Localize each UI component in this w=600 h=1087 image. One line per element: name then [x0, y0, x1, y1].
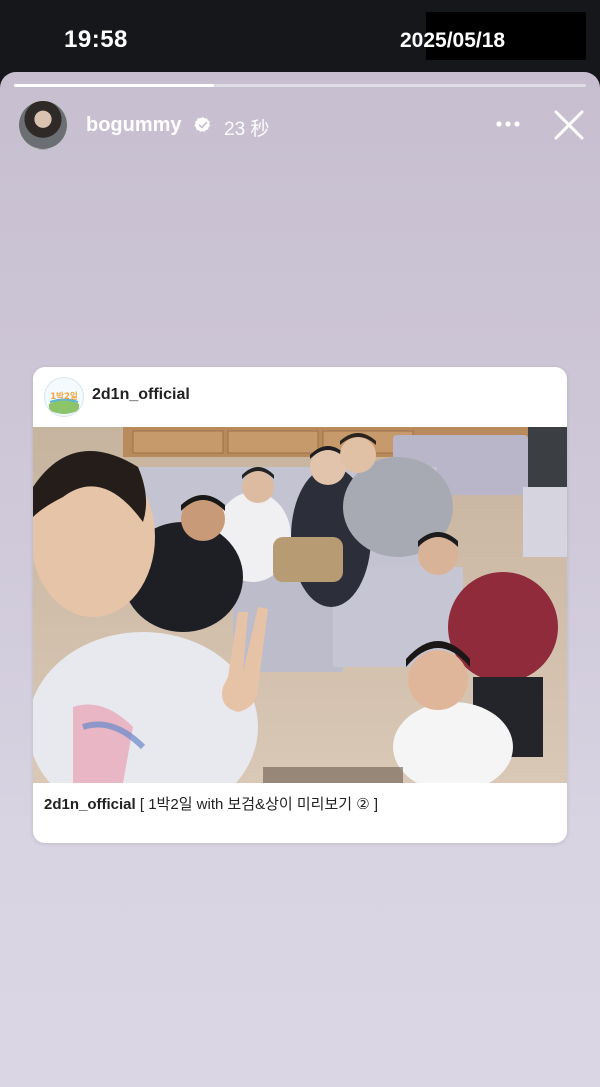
close-icon[interactable]: [552, 108, 586, 142]
shared-post-logo-text: 1박2일: [50, 391, 78, 402]
story-username[interactable]: bogummy: [86, 114, 182, 137]
status-time: 19:58: [64, 26, 128, 53]
avatar[interactable]: [18, 100, 68, 150]
shared-post-header[interactable]: 1박2일 2d1n_official: [33, 367, 567, 427]
shared-post-photo[interactable]: [33, 427, 567, 783]
shared-post-caption-username[interactable]: 2d1n_official: [44, 796, 136, 813]
story-viewer[interactable]: bogummy 23 秒 1박2일 2d1n_official 2d1n_off…: [0, 72, 600, 1087]
more-horizontal-icon[interactable]: [494, 112, 522, 136]
shared-post-card[interactable]: 1박2일 2d1n_official 2d1n_official [1박2일 …: [33, 367, 567, 843]
shared-post-caption: 2d1n_official [ 1박2일 with 보검&상이 미리보기 ② ]: [44, 793, 556, 814]
status-date: 2025/05/18: [400, 29, 506, 52]
story-progress-bar: [14, 84, 586, 87]
shared-post-avatar[interactable]: 1박2일: [44, 377, 84, 417]
story-time-ago: 23 秒: [224, 119, 270, 140]
shared-post-caption-text: [ 1박2일 with 보검&상이 미리보기 ② ]: [139, 796, 379, 813]
status-bar: 19:58 2025/05/18: [0, 0, 600, 78]
story-progress-fill: [14, 84, 215, 87]
shared-post-username[interactable]: 2d1n_official: [92, 386, 190, 404]
verified-badge-icon: [194, 117, 211, 132]
